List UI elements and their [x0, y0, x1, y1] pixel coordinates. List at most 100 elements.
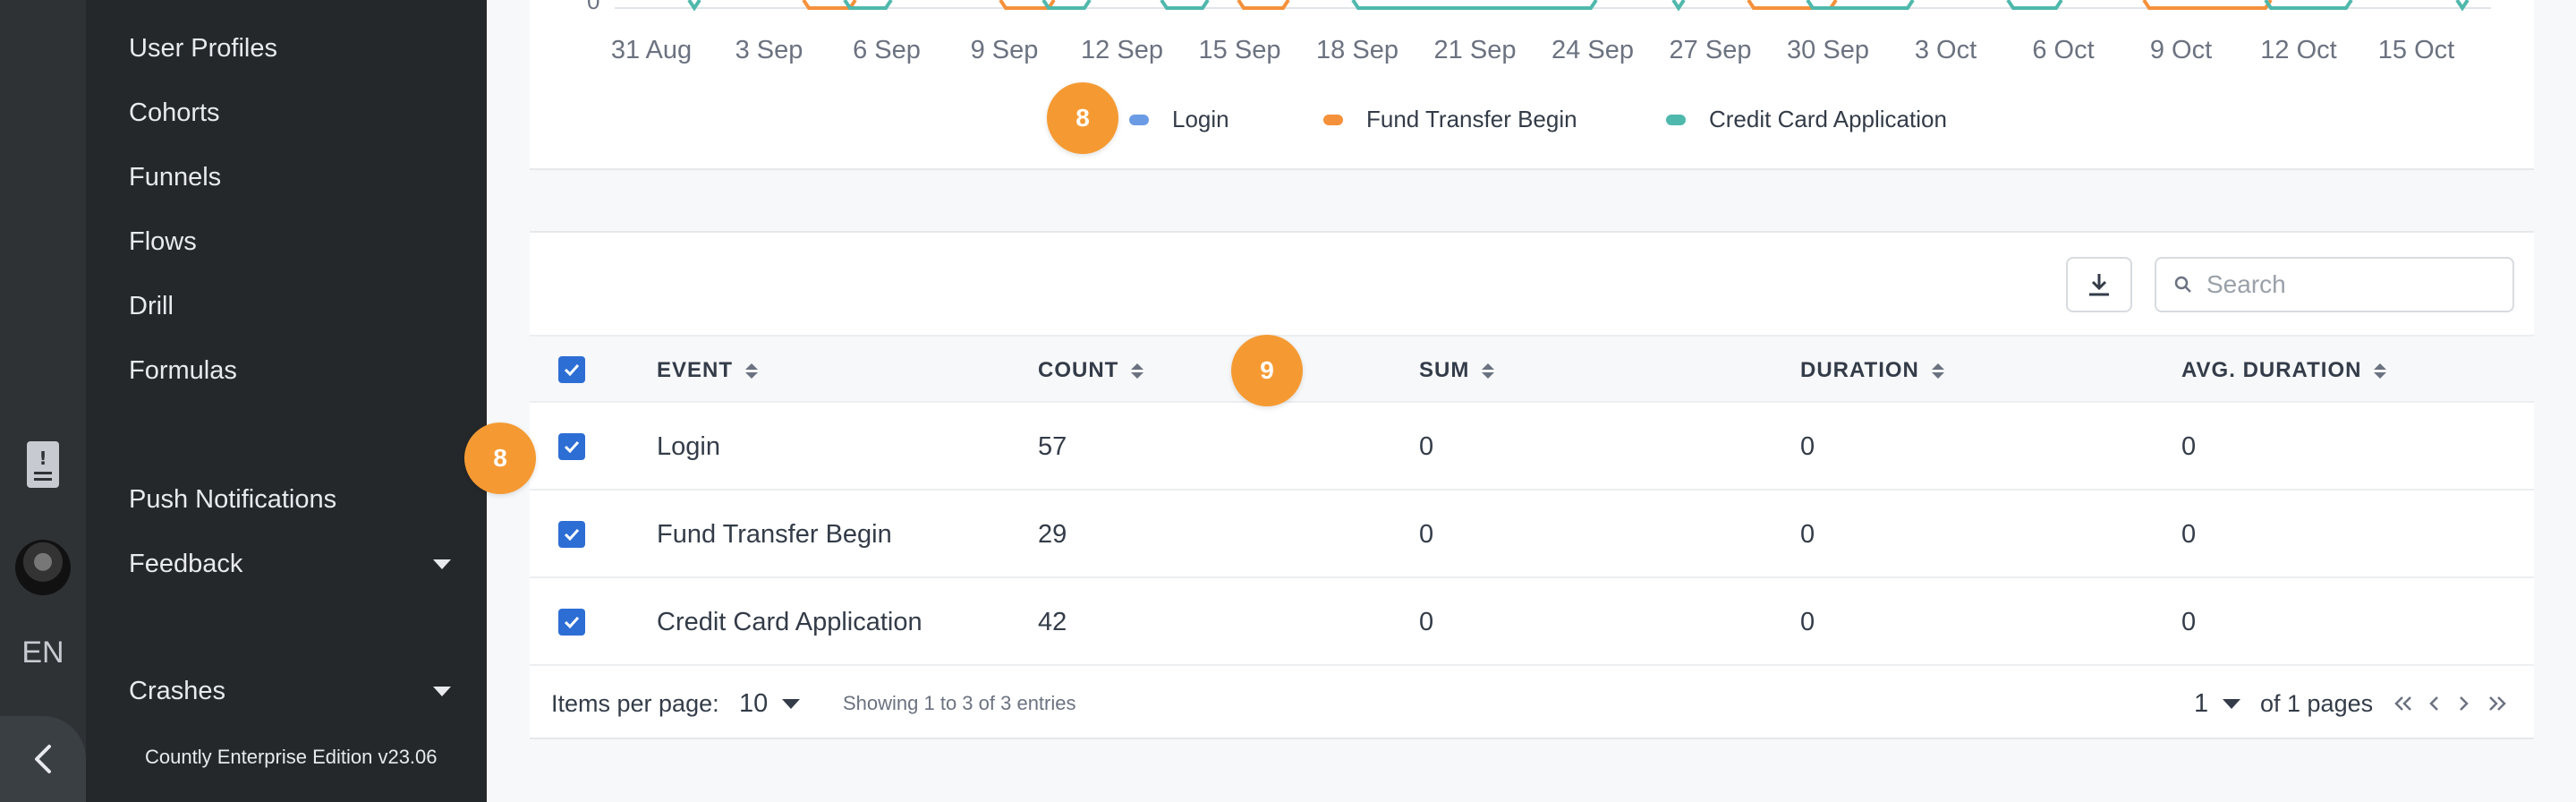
column-header-count[interactable]: COUNT [1038, 337, 1144, 405]
user-avatar[interactable] [15, 540, 71, 595]
cell-sum: 0 [1419, 431, 1434, 461]
checkmark-icon [564, 440, 580, 453]
sort-icon [1131, 363, 1144, 379]
x-axis-tick: 15 Oct [2377, 36, 2455, 64]
step-badge: 9 [1231, 335, 1303, 406]
icon-rail: ! EN [0, 0, 86, 802]
x-axis-tick: 9 Oct [2149, 36, 2213, 64]
sidebar-menu: User Profiles Cohorts Funnels Flows Dril… [86, 0, 487, 802]
x-axis-tick: 12 Sep [1081, 36, 1163, 64]
x-axis-tick: 3 Sep [735, 36, 803, 64]
cell-event: Fund Transfer Begin [657, 519, 892, 549]
search-input[interactable] [2206, 270, 2493, 299]
cell-avg-duration: 0 [2181, 519, 2197, 549]
column-header-event[interactable]: EVENT [657, 337, 759, 405]
x-axis-tick: 18 Sep [1316, 36, 1399, 64]
sidebar-item-flows[interactable]: Flows [129, 227, 451, 257]
cell-event: Credit Card Application [657, 607, 922, 636]
x-axis-tick: 6 Sep [853, 36, 921, 64]
cell-sum: 0 [1419, 519, 1434, 549]
x-axis-tick: 27 Sep [1669, 36, 1752, 64]
sidebar-item-push-notifications[interactable]: Push Notifications [129, 485, 451, 515]
download-button[interactable] [2066, 257, 2132, 312]
checkmark-icon [564, 363, 580, 376]
legend-marker [1666, 114, 1686, 125]
row-checkbox[interactable] [558, 609, 585, 636]
step-badge: 8 [464, 422, 536, 494]
sidebar-item-funnels[interactable]: Funnels [129, 163, 451, 192]
search-icon [2174, 276, 2191, 293]
legend-item-credit-card-application[interactable]: Credit Card Application [1666, 106, 1947, 133]
checkmark-icon [564, 616, 580, 628]
cell-avg-duration: 0 [2181, 607, 2197, 636]
cell-duration: 0 [1800, 519, 1815, 549]
items-per-page-select[interactable]: 10 [739, 668, 801, 739]
x-axis-tick: 9 Sep [970, 36, 1039, 64]
items-per-page-label: Items per page: [551, 689, 719, 717]
edition-label: Countly Enterprise Edition v23.06 [145, 746, 438, 768]
sidebar-item-user-profiles[interactable]: User Profiles [129, 34, 451, 64]
x-axis-tick: 6 Oct [2032, 36, 2095, 64]
sort-icon [2374, 363, 2387, 379]
search-box[interactable] [2155, 257, 2514, 312]
x-axis-tick: 3 Oct [1914, 36, 1977, 64]
first-page-icon[interactable] [2393, 668, 2415, 739]
download-icon [2089, 274, 2109, 296]
legend-item-login[interactable]: Login [1129, 106, 1229, 133]
x-axis-tick: 31 Aug [610, 36, 693, 64]
sort-icon [745, 363, 759, 379]
table-row[interactable]: Fund Transfer Begin 29 0 0 0 [530, 491, 2534, 578]
legend-marker [1129, 114, 1149, 125]
step-badge: 8 [1047, 82, 1118, 154]
column-header-avg-duration[interactable]: AVG. DURATION [2181, 337, 2387, 405]
x-axis-tick: 12 Oct [2260, 36, 2337, 64]
x-axis-tick: 21 Sep [1433, 36, 1517, 64]
sidebar-item-cohorts[interactable]: Cohorts [129, 98, 451, 128]
sidebar-item-feedback[interactable]: Feedback [129, 550, 451, 579]
total-pages-label: of 1 pages [2260, 689, 2374, 717]
collapse-sidebar-button[interactable] [0, 716, 86, 802]
table-header: EVENT COUNT SUM DURATION AVG. DURATION 9 [530, 335, 2534, 406]
table-row[interactable]: Credit Card Application 42 0 0 0 [530, 578, 2534, 666]
sidebar-item-formulas[interactable]: Formulas [129, 356, 451, 386]
next-page-icon[interactable] [2457, 668, 2470, 739]
last-page-icon[interactable] [2486, 668, 2507, 739]
column-header-duration[interactable]: DURATION [1800, 337, 1944, 405]
chevron-left-icon [35, 745, 51, 773]
x-axis-tick: 24 Sep [1552, 36, 1634, 64]
previous-page-icon[interactable] [2428, 668, 2441, 739]
page-select[interactable]: 1 [2194, 668, 2241, 739]
checkmark-icon [564, 528, 580, 541]
events-chart: 0 31 Aug 3 Sep 6 Sep 9 Sep 12 Sep 15 Sep 18 Se… [530, 0, 2534, 170]
table-footer: Items per page: 10 Showing 1 to 3 of 3 e… [530, 668, 2534, 739]
chart-plot-area [615, 0, 2491, 12]
sort-icon [1931, 363, 1944, 379]
chevron-down-icon [2223, 698, 2241, 709]
cell-count: 42 [1038, 607, 1067, 636]
legend-marker [1323, 114, 1343, 125]
language-selector[interactable]: EN [0, 636, 86, 670]
cell-duration: 0 [1800, 431, 1815, 461]
x-axis-tick: 30 Sep [1787, 36, 1869, 64]
cell-sum: 0 [1419, 607, 1434, 636]
cell-avg-duration: 0 [2181, 431, 2197, 461]
cell-event: Login [657, 431, 720, 461]
cell-count: 57 [1038, 431, 1067, 461]
sort-icon [1482, 363, 1495, 379]
row-checkbox[interactable] [558, 433, 585, 460]
select-all-checkbox[interactable] [558, 356, 585, 383]
row-checkbox[interactable] [558, 521, 585, 548]
chevron-down-icon [433, 687, 451, 696]
entries-summary: Showing 1 to 3 of 3 entries [843, 692, 1076, 714]
sidebar-item-drill[interactable]: Drill [129, 292, 451, 321]
legend-item-fund-transfer-begin[interactable]: Fund Transfer Begin [1323, 106, 1577, 133]
cell-count: 29 [1038, 519, 1067, 549]
svg-text:!: ! [38, 448, 47, 469]
chevron-down-icon [782, 698, 801, 709]
x-axis-tick: 15 Sep [1198, 36, 1281, 64]
table-row[interactable]: Login 57 0 0 0 [530, 403, 2534, 491]
column-header-sum[interactable]: SUM [1419, 337, 1495, 405]
sidebar-item-crashes[interactable]: Crashes [129, 677, 451, 706]
help-center-icon[interactable]: ! [27, 441, 59, 488]
events-table: EVENT COUNT SUM DURATION AVG. DURATION 9… [530, 231, 2534, 739]
